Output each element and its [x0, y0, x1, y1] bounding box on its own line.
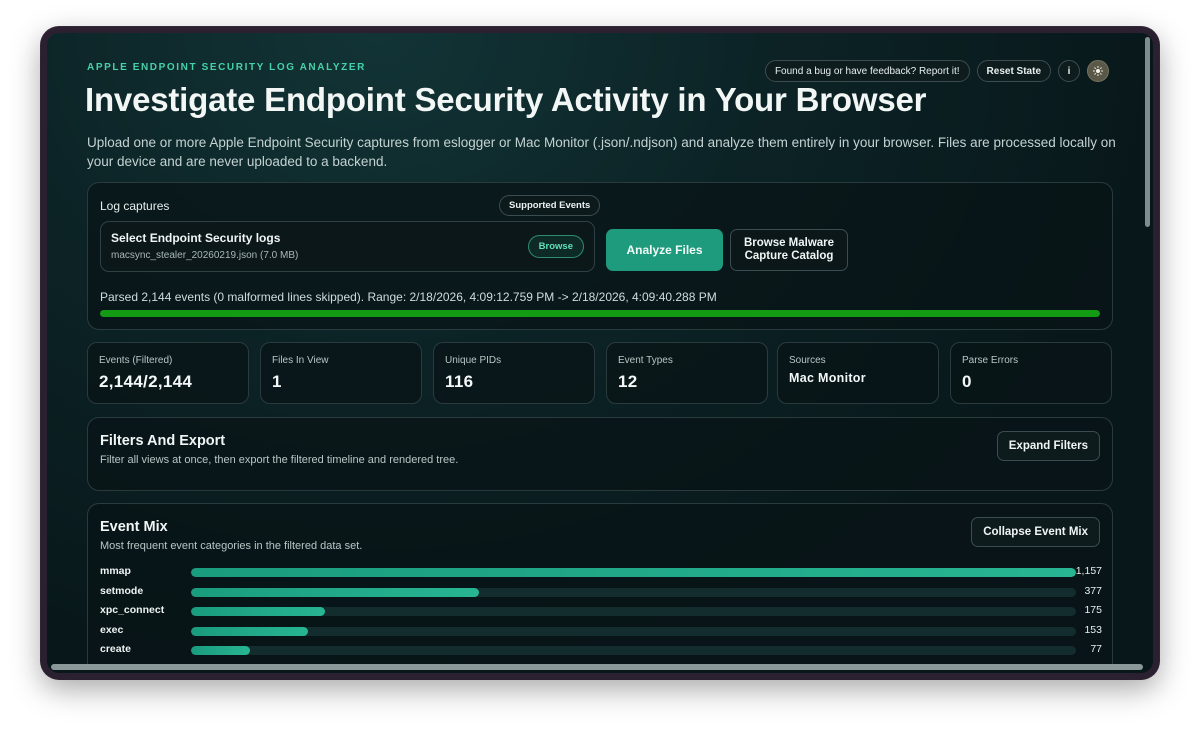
stat-value: Mac Monitor [789, 371, 866, 385]
event-count: 77 [1090, 643, 1102, 656]
collapse-event-mix-button[interactable]: Collapse Event Mix [971, 517, 1100, 547]
stat-value: 0 [962, 372, 972, 391]
stat-value: 12 [618, 372, 638, 391]
top-actions: Found a bug or have feedback? Report it!… [764, 60, 1109, 82]
event-bar-track [191, 646, 1076, 656]
expand-filters-button[interactable]: Expand Filters [996, 431, 1100, 461]
event-mix-panel: Event Mix Most frequent event categories… [87, 503, 1113, 667]
browse-button[interactable]: Browse [527, 235, 584, 258]
event-mix-title: Event Mix [100, 519, 168, 535]
event-mix-bars: mmap 1,157 setmode 377 xpc_connect 175 exec 153… [100, 564, 1102, 662]
event-bar-track [191, 626, 1076, 636]
app-screen: APPLE ENDPOINT SECURITY LOG ANALYZER Fou… [47, 33, 1153, 673]
event-mix-row: exec 153 [100, 623, 1102, 643]
feedback-button[interactable]: Found a bug or have feedback? Report it! [764, 60, 970, 82]
event-mix-row: mmap 1,157 [100, 564, 1102, 584]
stat-label: Events (Filtered) [99, 355, 173, 366]
event-bar-fill [191, 607, 325, 617]
page-description: Upload one or more Apple Endpoint Securi… [87, 135, 1116, 169]
event-bar-track [191, 607, 1076, 617]
stat-label: Sources [789, 355, 826, 366]
reset-state-button[interactable]: Reset State [976, 60, 1051, 82]
stat-card: Events (Filtered) 2,144/2,144 [87, 342, 249, 404]
analyze-files-button[interactable]: Analyze Files [606, 229, 723, 271]
stat-card: Event Types 12 [606, 342, 768, 404]
event-bar-fill [191, 626, 309, 636]
event-bar-fill [191, 646, 250, 656]
page-content: APPLE ENDPOINT SECURITY LOG ANALYZER Fou… [47, 33, 1141, 667]
theme-toggle-button[interactable] [1087, 60, 1109, 82]
stat-card: Files In View 1 [260, 342, 422, 404]
parse-status: Parsed 2,144 events (0 malformed lines s… [100, 290, 717, 304]
stat-label: Event Types [618, 355, 673, 366]
selected-file-name: macsync_stealer_20260219.json (7.0 MB) [111, 250, 299, 261]
parse-progress-bar [100, 310, 1100, 317]
event-count: 377 [1084, 584, 1102, 597]
stat-value: 1 [272, 372, 282, 391]
filters-panel: Filters And Export Filter all views at o… [87, 417, 1113, 491]
event-mix-subtitle: Most frequent event categories in the fi… [100, 540, 363, 552]
stat-label: Files In View [272, 355, 329, 366]
event-bar-fill [191, 587, 480, 597]
info-button[interactable]: i [1058, 60, 1080, 82]
event-type-label: exec [100, 623, 124, 636]
event-type-label: create [100, 643, 131, 656]
stat-card: Sources Mac Monitor [777, 342, 939, 404]
event-type-label: xpc_connect [100, 604, 165, 617]
event-bar-fill [191, 568, 1076, 577]
stat-card: Unique PIDs 116 [433, 342, 595, 404]
sun-icon [1093, 66, 1103, 76]
event-type-label: mmap [100, 565, 131, 577]
event-mix-row: setmode 377 [100, 584, 1102, 604]
vertical-scrollbar[interactable] [1145, 37, 1150, 227]
catalog-label: Browse Malware Capture Catalog [743, 237, 835, 262]
horizontal-scrollbar[interactable] [51, 664, 1143, 670]
malware-catalog-button[interactable]: Browse Malware Capture Catalog [730, 229, 848, 271]
filters-subtitle: Filter all views at once, then export th… [100, 454, 459, 466]
page-title: Investigate Endpoint Security Activity i… [85, 81, 927, 118]
event-mix-row: xpc_connect 175 [100, 603, 1102, 623]
file-dropzone[interactable]: Select Endpoint Security logs macsync_st… [100, 221, 595, 272]
upload-panel: Log captures Supported Events Select End… [87, 182, 1113, 330]
app-eyebrow: APPLE ENDPOINT SECURITY LOG ANALYZER [87, 62, 366, 73]
stat-label: Parse Errors [962, 355, 1019, 366]
parse-progress-fill [100, 310, 1100, 317]
filters-title: Filters And Export [100, 433, 226, 449]
event-mix-row: create 77 [100, 642, 1102, 662]
supported-events-button[interactable]: Supported Events [499, 195, 601, 216]
dropzone-title: Select Endpoint Security logs [111, 231, 281, 245]
log-captures-label: Log captures [100, 199, 170, 213]
stat-value: 116 [445, 372, 474, 391]
stats-row: Events (Filtered) 2,144/2,144 Files In Vie… [87, 342, 1113, 404]
device-frame: APPLE ENDPOINT SECURITY LOG ANALYZER Fou… [41, 27, 1159, 679]
event-type-label: setmode [100, 584, 144, 597]
stat-card: Parse Errors 0 [950, 342, 1112, 404]
stat-label: Unique PIDs [445, 355, 502, 366]
event-bar-track [191, 587, 1076, 597]
event-count: 1,157 [1075, 565, 1102, 577]
event-bar-track [191, 568, 1076, 577]
stat-value: 2,144/2,144 [99, 372, 193, 391]
event-count: 153 [1084, 623, 1102, 636]
event-count: 175 [1084, 604, 1102, 617]
